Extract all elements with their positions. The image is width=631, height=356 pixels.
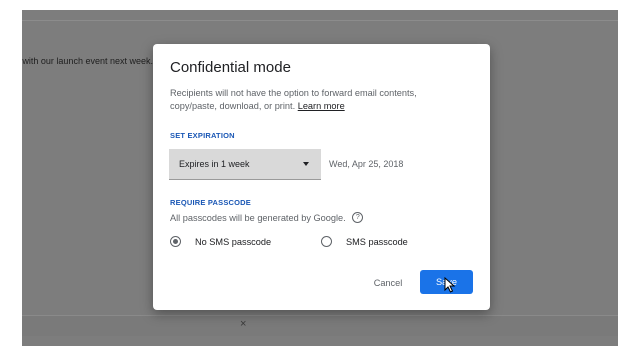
radio-no-sms-passcode[interactable]: No SMS passcode xyxy=(170,236,271,247)
set-expiration-label: SET EXPIRATION xyxy=(170,131,235,140)
mouse-pointer-icon xyxy=(444,277,456,293)
radio-unchecked-icon[interactable] xyxy=(321,236,332,247)
background-compose-bar xyxy=(22,315,618,336)
passcode-note-text: All passcodes will be generated by Googl… xyxy=(170,213,346,223)
expiration-selected-value: Expires in 1 week xyxy=(179,159,250,169)
expiration-date: Wed, Apr 25, 2018 xyxy=(329,159,404,169)
dialog-title: Confidential mode xyxy=(170,59,291,76)
dropdown-caret-icon xyxy=(303,162,309,166)
confidential-mode-dialog: Confidential mode Recipients will not ha… xyxy=(153,44,490,310)
description-text: Recipients will not have the option to f… xyxy=(170,88,417,111)
radio-checked-icon[interactable] xyxy=(170,236,181,247)
require-passcode-label: REQUIRE PASSCODE xyxy=(170,198,251,207)
radio-no-sms-label: No SMS passcode xyxy=(195,236,272,247)
background-divider xyxy=(22,20,618,21)
radio-sms-passcode[interactable]: SMS passcode xyxy=(321,236,408,247)
background-close-icon[interactable]: × xyxy=(240,318,246,330)
expiration-select[interactable]: Expires in 1 week xyxy=(169,149,321,180)
background-email-snippet: o with our launch event next week. xyxy=(22,56,153,66)
dialog-description: Recipients will not have the option to f… xyxy=(170,87,460,113)
passcode-note: All passcodes will be generated by Googl… xyxy=(170,212,364,224)
cancel-button[interactable]: Cancel xyxy=(363,271,413,295)
screen: o with our launch event next week. × Con… xyxy=(0,0,631,356)
radio-sms-label: SMS passcode xyxy=(346,236,408,247)
learn-more-link[interactable]: Learn more xyxy=(298,101,345,111)
help-circle-icon[interactable]: ? xyxy=(352,212,364,224)
